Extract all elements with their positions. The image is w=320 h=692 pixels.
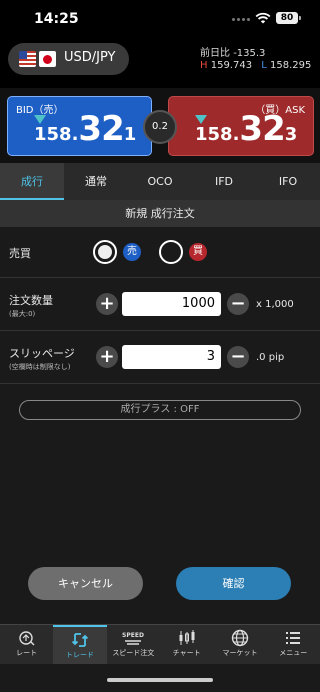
- status-bar: 14:25 80: [0, 0, 320, 38]
- nav-chart-label: チャート: [172, 649, 201, 657]
- buy-radio[interactable]: [159, 240, 183, 264]
- section-title: 新規 成行注文: [0, 200, 320, 227]
- tab-ifo[interactable]: IFO: [256, 163, 320, 200]
- slippage-plus-button[interactable]: +: [96, 346, 118, 368]
- status-time: 14:25: [34, 11, 79, 27]
- quantity-label: 注文数量: [9, 294, 53, 307]
- speed-order-icon: SPEED: [122, 632, 144, 645]
- signal-dots-icon: [232, 18, 250, 21]
- tab-oco[interactable]: OCO: [128, 163, 192, 200]
- tab-normal[interactable]: 通常: [64, 163, 128, 200]
- price-panel: BID（売） 158.321 0.2 （買）ASK 158.323: [0, 88, 320, 163]
- ask-button[interactable]: （買）ASK 158.323: [168, 96, 314, 156]
- slippage-hint: (空欄時は制限なし): [9, 363, 71, 371]
- prev-day-change-label: 前日比: [200, 48, 230, 59]
- slippage-unit: .0 pip: [256, 352, 285, 363]
- quantity-row: 注文数量 (最大:0) + 1000 − x 1,000: [0, 278, 320, 331]
- tab-market[interactable]: 成行: [0, 163, 64, 200]
- quantity-unit: x 1,000: [256, 299, 294, 310]
- nav-market-label: マーケット: [222, 649, 258, 657]
- speed-icon-text: SPEED: [122, 632, 144, 639]
- nav-trade[interactable]: トレード: [53, 625, 107, 664]
- bid-price-prefix: 158.: [34, 124, 79, 145]
- ask-price-main: 32: [239, 109, 285, 149]
- nav-trade-label: トレード: [65, 651, 94, 659]
- quantity-plus-button[interactable]: +: [96, 293, 118, 315]
- order-type-tabs: 成行 通常 OCO IFD IFO: [0, 163, 320, 200]
- prev-day-change-value: -135.3: [233, 48, 266, 59]
- slippage-label: スリッページ: [9, 347, 75, 360]
- currency-pair-label: USD/JPY: [64, 50, 116, 65]
- bid-price-main: 32: [78, 109, 124, 149]
- ask-price-prefix: 158.: [195, 124, 240, 145]
- menu-icon: [286, 632, 301, 644]
- battery-icon: 80: [276, 12, 301, 24]
- home-indicator[interactable]: [107, 678, 213, 682]
- high-value: 159.743: [210, 60, 253, 71]
- slippage-row: スリッページ (空欄時は制限なし) + 3 − .0 pip: [0, 331, 320, 384]
- currency-pair-selector[interactable]: USD/JPY: [8, 43, 129, 75]
- bid-price: 158.321: [34, 109, 136, 149]
- quantity-max: (最大:0): [9, 310, 36, 318]
- low-label: L: [261, 60, 267, 71]
- slippage-minus-button[interactable]: −: [227, 346, 249, 368]
- bid-button[interactable]: BID（売） 158.321: [7, 96, 152, 156]
- globe-icon: [231, 629, 249, 647]
- nav-rate[interactable]: レート: [0, 625, 53, 664]
- high-label: H: [200, 60, 208, 71]
- nav-rate-label: レート: [16, 649, 38, 657]
- spread-badge: 0.2: [143, 110, 177, 144]
- cancel-button[interactable]: キャンセル: [28, 567, 143, 600]
- chart-icon: [179, 630, 195, 645]
- low-value: 158.295: [270, 60, 312, 71]
- us-flag-icon: [19, 51, 36, 67]
- nav-speed-order-label: スピード注文: [112, 649, 155, 657]
- ask-price: 158.323: [195, 109, 297, 149]
- home-indicator-area: [0, 664, 320, 692]
- side-label: 売買: [9, 247, 31, 260]
- confirm-button[interactable]: 確認: [176, 567, 291, 600]
- buy-badge[interactable]: 買: [189, 243, 207, 261]
- tab-ifd[interactable]: IFD: [192, 163, 256, 200]
- bottom-nav: レート トレード SPEED スピード注文 チャート マーケット メニュー: [0, 624, 320, 664]
- rate-icon: [18, 631, 35, 646]
- nav-chart[interactable]: チャート: [160, 625, 213, 664]
- nav-menu-label: メニュー: [279, 649, 308, 657]
- side-row: 売買 売 買: [0, 227, 320, 278]
- trade-screen: 14:25 80 USD/JPY 前日比 -135.3 H 159.743 L …: [0, 0, 320, 692]
- sell-radio[interactable]: [93, 240, 117, 264]
- nav-market[interactable]: マーケット: [213, 625, 266, 664]
- jp-flag-icon: [39, 51, 56, 67]
- prev-day-change: 前日比 -135.3: [200, 44, 265, 59]
- nav-speed-order[interactable]: SPEED スピード注文: [107, 625, 160, 664]
- market-plus-toggle[interactable]: 成行プラス : OFF: [19, 400, 301, 420]
- nav-menu[interactable]: メニュー: [267, 625, 320, 664]
- high-low: H 159.743 L 158.295: [200, 60, 311, 71]
- quantity-minus-button[interactable]: −: [227, 293, 249, 315]
- ask-price-pip: 3: [284, 124, 298, 145]
- wifi-icon: [255, 12, 271, 24]
- trade-icon: [71, 633, 89, 647]
- sell-badge[interactable]: 売: [123, 243, 141, 261]
- slippage-input[interactable]: 3: [122, 345, 221, 369]
- quantity-input[interactable]: 1000: [122, 292, 221, 316]
- bid-price-pip: 1: [123, 124, 137, 145]
- header: USD/JPY 前日比 -135.3 H 159.743 L 158.295: [0, 38, 320, 88]
